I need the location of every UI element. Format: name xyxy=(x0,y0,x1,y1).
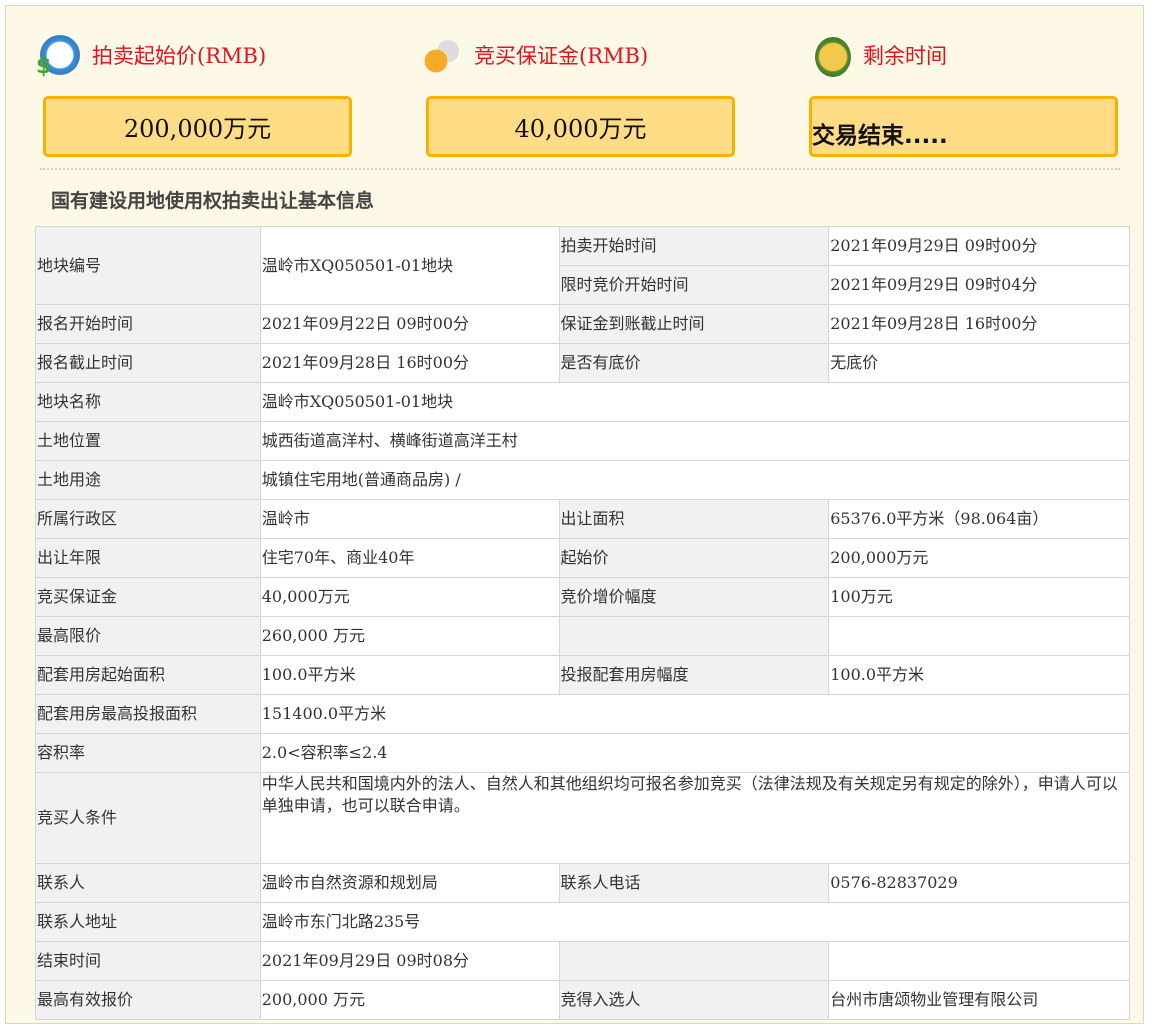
field-value: 城西街道高洋村、横峰街道高洋王村 xyxy=(259,421,1131,461)
table-row: 地块名称 温岭市XQ050501-01地块 xyxy=(35,382,1131,422)
field-label: 联系人 xyxy=(35,863,261,903)
divider xyxy=(40,168,1120,170)
field-label: 报名截止时间 xyxy=(35,343,261,383)
table-row: 地块编号 温岭市XQ050501-01地块 拍卖开始时间 2021年09月29日 09… xyxy=(35,226,1130,305)
field-label: 竞买保证金 xyxy=(35,577,261,617)
deposit-label: 竞买保证金(RMB) xyxy=(474,44,649,68)
field-label: 结束时间 xyxy=(35,941,261,981)
field-label: 土地位置 xyxy=(35,421,261,461)
field-value: 100.0平方米 xyxy=(828,655,1130,695)
field-value: 65376.0平方米（98.064亩） xyxy=(828,499,1130,539)
table-row: 联系人 温岭市自然资源和规划局 联系人电话 0576-82837029 xyxy=(35,863,1130,903)
coins-icon xyxy=(422,35,462,75)
table-row: 配套用房最高投报面积 151400.0平方米 xyxy=(35,694,1131,734)
field-value: 151400.0平方米 xyxy=(259,694,1131,734)
table-row: 出让年限 住宅70年、商业40年 起始价 200,000万元 xyxy=(35,538,1130,578)
table-row: 配套用房起始面积 100.0平方米 投报配套用房幅度 100.0平方米 xyxy=(35,655,1130,695)
field-label xyxy=(558,616,830,656)
field-label: 起始价 xyxy=(558,538,830,578)
start-price-label: 拍卖起始价(RMB) xyxy=(92,44,267,68)
section-title: 国有建设用地使用权拍卖出让基本信息 xyxy=(51,190,375,212)
field-label: 是否有底价 xyxy=(558,343,830,383)
start-price-header: 拍卖起始价(RMB) xyxy=(36,32,267,79)
field-value: 2021年09月29日 09时00分 xyxy=(828,226,1130,266)
field-value: 温岭市 xyxy=(259,499,560,539)
alarm-clock-icon xyxy=(815,37,851,77)
field-label: 出让面积 xyxy=(558,499,830,539)
table-row: 联系人地址 温岭市东门北路235号 xyxy=(35,902,1131,942)
field-value: 2.0<容积率≤2.4 xyxy=(259,733,1131,773)
deposit-header: 竞买保证金(RMB) xyxy=(422,32,648,78)
field-label: 联系人电话 xyxy=(558,863,830,903)
field-label: 拍卖开始时间 xyxy=(558,226,830,266)
table-row: 竞买保证金 40,000万元 竞价增价幅度 100万元 xyxy=(35,577,1130,617)
field-value xyxy=(828,616,1130,656)
field-label: 地块名称 xyxy=(35,382,261,422)
field-value: 200,000万元 xyxy=(828,538,1130,578)
remaining-header: 剩余时间 xyxy=(815,32,947,78)
field-label xyxy=(558,941,830,981)
table-row: 报名截止时间 2021年09月28日 16时00分 是否有底价 无底价 xyxy=(35,343,1130,383)
remaining-label: 剩余时间 xyxy=(863,44,947,68)
field-label: 报名开始时间 xyxy=(35,304,261,344)
field-value: 40,000万元 xyxy=(259,577,560,617)
field-value: 260,000 万元 xyxy=(259,616,560,656)
field-value: 温岭市XQ050501-01地块 xyxy=(259,226,560,305)
field-value: 100.0平方米 xyxy=(259,655,560,695)
field-label: 限时竞价开始时间 xyxy=(558,265,830,305)
field-value xyxy=(828,941,1130,981)
field-label: 竞得入选人 xyxy=(558,980,830,1020)
field-label: 投报配套用房幅度 xyxy=(558,655,830,695)
field-label: 竞买人条件 xyxy=(35,772,261,864)
field-value: 台州市唐颂物业管理有限公司 xyxy=(828,980,1130,1020)
field-label: 容积率 xyxy=(35,733,261,773)
field-value: 住宅70年、商业40年 xyxy=(259,538,560,578)
field-value: 0576-82837029 xyxy=(828,863,1130,903)
field-value: 温岭市东门北路235号 xyxy=(259,902,1131,942)
field-label: 联系人地址 xyxy=(35,902,261,942)
field-label: 地块编号 xyxy=(35,226,261,305)
table-row: 最高有效报价 200,000 万元 竞得入选人 台州市唐颂物业管理有限公司 xyxy=(35,980,1130,1020)
field-label: 配套用房起始面积 xyxy=(35,655,261,695)
field-label: 保证金到账截止时间 xyxy=(558,304,830,344)
field-label: 最高有效报价 xyxy=(35,980,261,1020)
table-row: 土地位置 城西街道高洋村、横峰街道高洋王村 xyxy=(35,421,1131,461)
table-row: 容积率 2.0<容积率≤2.4 xyxy=(35,733,1131,773)
field-label: 所属行政区 xyxy=(35,499,261,539)
table-row: 结束时间 2021年09月29日 09时08分 xyxy=(35,941,1130,981)
start-price-value: 200,000万元 xyxy=(43,96,352,157)
field-value: 2021年09月22日 09时00分 xyxy=(259,304,560,344)
field-value: 城镇住宅用地(普通商品房) / xyxy=(259,460,1131,500)
field-label: 土地用途 xyxy=(35,460,261,500)
field-value: 温岭市自然资源和规划局 xyxy=(259,863,560,903)
table-row: 所属行政区 温岭市 出让面积 65376.0平方米（98.064亩） xyxy=(35,499,1130,539)
field-value: 无底价 xyxy=(828,343,1130,383)
table-row: 土地用途 城镇住宅用地(普通商品房) / xyxy=(35,460,1131,500)
field-value: 2021年09月28日 16时00分 xyxy=(828,304,1130,344)
money-clock-icon xyxy=(36,35,80,79)
field-value: 200,000 万元 xyxy=(259,980,560,1020)
field-value: 温岭市XQ050501-01地块 xyxy=(259,382,1131,422)
field-label: 出让年限 xyxy=(35,538,261,578)
field-value: 2021年09月29日 09时08分 xyxy=(259,941,560,981)
table-row: 最高限价 260,000 万元 xyxy=(35,616,1130,656)
field-label: 配套用房最高投报面积 xyxy=(35,694,261,734)
remaining-value: 交易结束..... xyxy=(809,96,1118,157)
field-value: 2021年09月28日 16时00分 xyxy=(259,343,560,383)
info-table: 地块编号 温岭市XQ050501-01地块 拍卖开始时间 2021年09月29日 09… xyxy=(35,226,1131,1020)
field-value: 100万元 xyxy=(828,577,1130,617)
field-label: 竞价增价幅度 xyxy=(558,577,830,617)
field-value: 2021年09月29日 09时04分 xyxy=(828,265,1130,305)
table-row: 竞买人条件 中华人民共和国境内外的法人、自然人和其他组织均可报名参加竞买（法律法规… xyxy=(35,772,1131,864)
field-value: 中华人民共和国境内外的法人、自然人和其他组织均可报名参加竞买（法律法规及有关规定… xyxy=(259,772,1131,864)
field-label: 最高限价 xyxy=(35,616,261,656)
table-row: 报名开始时间 2021年09月22日 09时00分 保证金到账截止时间 2021年09… xyxy=(35,304,1130,344)
deposit-value: 40,000万元 xyxy=(426,96,735,157)
